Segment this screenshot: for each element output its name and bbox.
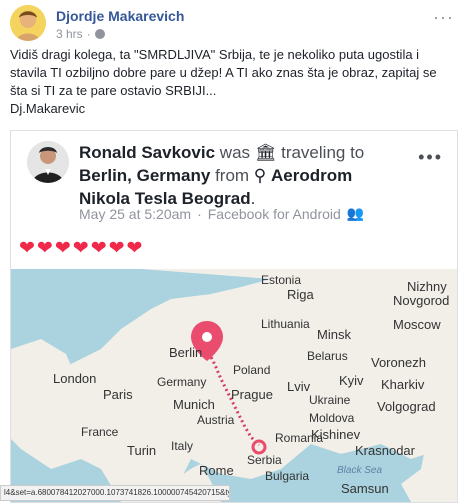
shared-post-card[interactable]: Ronald Savkovic was 🏛 traveling to Berli…: [10, 130, 458, 503]
heart-icon: ❤: [19, 238, 35, 259]
destination-name[interactable]: Berlin, Germany: [79, 166, 210, 185]
map-label-serbia: Serbia: [247, 453, 282, 467]
map-label-france: France: [81, 425, 119, 439]
map-label-turin: Turin: [127, 443, 157, 458]
map-label-munich: Munich: [173, 397, 215, 412]
was-text: was: [219, 143, 251, 162]
heart-icon: ❤: [108, 238, 125, 259]
shared-meta: May 25 at 5:20am · Facebook for Android …: [79, 205, 364, 222]
travel-description: Ronald Savkovic was 🏛 traveling to Berli…: [79, 141, 399, 210]
location-pin-icon: ⚲: [253, 166, 267, 185]
post-text-line: stavila TI ozbiljno dobre pare u džep! A…: [10, 65, 437, 80]
map-label-germany: Germany: [157, 375, 207, 389]
map-label-samsun: Samsun: [341, 481, 389, 496]
from-text: from: [215, 166, 250, 185]
map-label-paris: Paris: [103, 387, 133, 402]
author-name[interactable]: Djordje Makarevich: [56, 8, 184, 24]
map-label-italy: Italy: [171, 439, 194, 453]
author-avatar[interactable]: [10, 5, 46, 41]
map-label-bulgaria: Bulgaria: [265, 469, 310, 483]
globe-icon: [94, 29, 105, 39]
map-label-moscow: Moscow: [393, 317, 441, 332]
traveling-text: traveling to: [281, 143, 365, 162]
shared-options-icon[interactable]: •••: [418, 147, 443, 168]
heart-icon: ❤: [36, 238, 53, 259]
map-label-novgorod: Novgorod: [393, 293, 450, 308]
post-header: Djordje Makarevich 3 hrs · ···: [10, 5, 460, 41]
map-label-belarus: Belarus: [307, 349, 348, 363]
post-meta: 3 hrs ·: [56, 27, 105, 41]
post-options-icon[interactable]: ···: [433, 7, 454, 28]
map-label-minsk: Minsk: [317, 327, 351, 342]
friends-icon: 👥: [346, 205, 365, 221]
map-label-ukraine: Ukraine: [309, 393, 351, 407]
map-label-moldova: Moldova: [309, 411, 355, 425]
browser-status-url: l4&set=a.680078412027000.1073741826.1000…: [0, 485, 230, 501]
shared-date[interactable]: May 25 at 5:20am: [79, 206, 191, 222]
map-label-lviv: Lviv: [287, 379, 311, 394]
map-label-krasnodar: Krasnodar: [355, 443, 415, 458]
map-label-rome: Rome: [199, 463, 234, 478]
map-label-nizhny: Nizhny: [407, 279, 447, 294]
hearts-row: ❤ ❤ ❤ ❤ ❤ ❤ ❤: [19, 239, 142, 259]
map-label-lithuania: Lithuania: [261, 317, 310, 331]
building-icon: 🏛: [254, 143, 277, 162]
map-label-black-sea: Black Sea: [337, 465, 383, 476]
map-label-romania: Romania: [275, 431, 324, 445]
map-label-prague: Prague: [231, 387, 273, 402]
post-signature: Dj.Makarevic: [10, 101, 86, 116]
heart-icon: ❤: [126, 238, 143, 259]
traveler-avatar[interactable]: [27, 141, 69, 183]
map-label-estonia: Estonia: [261, 273, 302, 287]
map-label-poland: Poland: [233, 363, 271, 377]
meta-separator: ·: [86, 27, 91, 41]
map-label-volgograd: Volgograd: [377, 399, 436, 414]
traveler-name[interactable]: Ronald Savkovic: [79, 143, 215, 162]
map-label-kharkiv: Kharkiv: [381, 377, 425, 392]
map-label-austria: Austria: [197, 413, 235, 427]
travel-map[interactable]: Estonia Riga Nizhny Novgorod Lithuania M…: [11, 269, 457, 502]
map-label-riga: Riga: [287, 287, 314, 302]
shared-source: Facebook for Android: [207, 205, 341, 222]
shared-dot: ·: [197, 205, 202, 222]
post-text-line: šta si TI za te pare ostavio SRBIJI...: [10, 83, 217, 98]
map-label-london: London: [53, 371, 97, 386]
post-time[interactable]: 3 hrs: [56, 27, 83, 41]
map-label-berlin: Berlin: [169, 345, 203, 360]
post-text-line: Vidiš dragi kolega, ta "SMRDLJIVA" Srbij…: [10, 47, 420, 62]
map-label-kyiv: Kyiv: [339, 373, 364, 388]
heart-icon: ❤: [54, 238, 71, 259]
heart-icon: ❤: [72, 238, 89, 259]
post-text: Vidiš dragi kolega, ta "SMRDLJIVA" Srbij…: [10, 46, 458, 118]
shared-post-inner: Ronald Savkovic was 🏛 traveling to Berli…: [11, 131, 457, 502]
heart-icon: ❤: [90, 238, 107, 259]
map-label-voronezh: Voronezh: [371, 355, 426, 370]
